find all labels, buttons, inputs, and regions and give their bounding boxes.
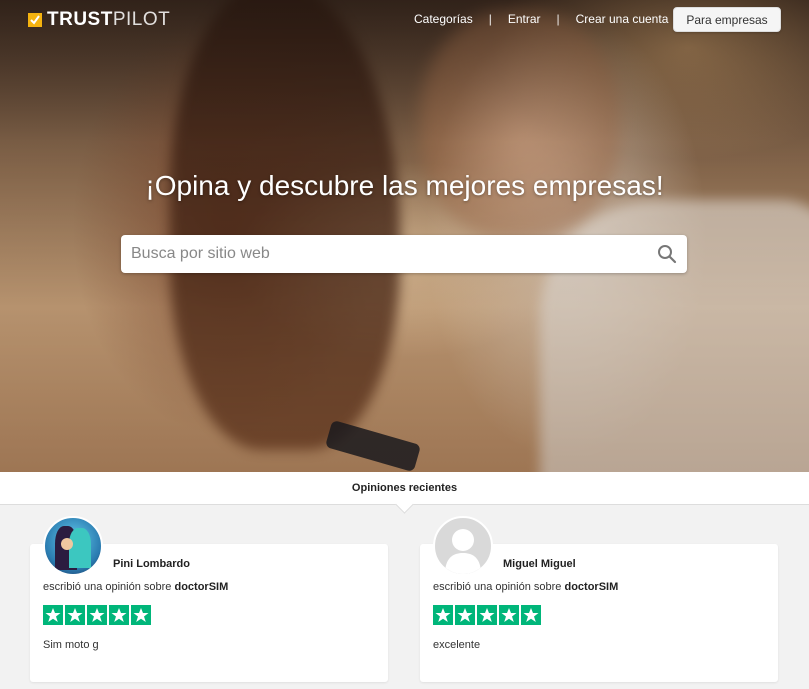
review-meta-prefix: escribió una opinión sobre [433,581,562,593]
nav-entrar-link[interactable]: Entrar [508,12,541,26]
hero-banner: TRUST PILOT Categorías | Entrar | Crear u… [0,0,809,472]
review-card[interactable]: Miguel Miguel escribió una opinión sobre… [420,516,778,682]
company-link[interactable]: doctorSIM [174,581,228,593]
star-icon [65,605,85,625]
star-icon [43,605,63,625]
reviewer-name[interactable]: Pini Lombardo [113,558,190,570]
recent-reviews-title: Opiniones recientes [351,482,458,494]
star-icon [499,605,519,625]
avatar-figure [61,538,73,550]
top-navigation: TRUST PILOT Categorías | Entrar | Crear u… [0,0,809,38]
nav-crear-cuenta-link[interactable]: Crear una cuenta [576,12,669,26]
nav-categorias-link[interactable]: Categorías [414,12,473,26]
trustpilot-logo[interactable]: TRUST PILOT [28,9,170,31]
nav-links: Categorías | Entrar | Crear una cuenta [414,12,668,26]
avatar-figure [69,528,91,568]
star-icon [131,605,151,625]
star-rating [43,605,153,625]
avatar[interactable] [433,516,493,576]
search-icon[interactable] [657,244,677,264]
star-icon [87,605,107,625]
para-empresas-button[interactable]: Para empresas [673,7,781,32]
star-icon [521,605,541,625]
star-icon [109,605,129,625]
nav-separator: | [488,12,492,26]
hero-headline: ¡Opina y descubre las mejores empresas! [145,170,664,201]
review-text: excelente [433,639,481,651]
star-icon [455,605,475,625]
star-rating [433,605,543,625]
logo-icon [28,13,42,27]
nav-separator: | [556,12,560,26]
star-icon [477,605,497,625]
search-box [121,235,687,273]
reviewer-name[interactable]: Miguel Miguel [503,558,576,570]
review-meta: escribió una opinión sobre doctorSIM [43,581,228,593]
star-icon [433,605,453,625]
company-link[interactable]: doctorSIM [564,581,618,593]
review-meta-prefix: escribió una opinión sobre [43,581,172,593]
default-user-icon [445,529,481,574]
header-pointer [395,495,414,514]
logo-text-trust: TRUST [47,9,113,30]
review-text: Sim moto g [43,639,99,651]
review-meta: escribió una opinión sobre doctorSIM [433,581,618,593]
search-input[interactable] [121,235,651,273]
avatar[interactable] [43,516,103,576]
review-card[interactable]: Pini Lombardo escribió una opinión sobre… [30,516,388,682]
logo-text-pilot: PILOT [112,9,171,30]
recent-reviews-header: Opiniones recientes [0,472,809,514]
